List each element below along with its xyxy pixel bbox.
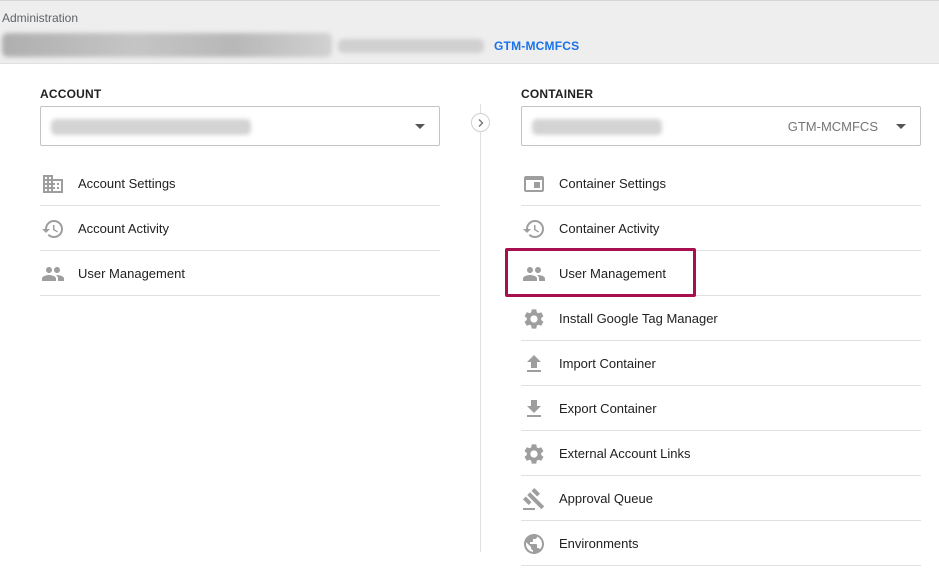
container-select[interactable]: GTM-MCMFCS bbox=[521, 106, 921, 146]
menu-item-label: Approval Queue bbox=[559, 491, 653, 506]
account-column-title: ACCOUNT bbox=[40, 87, 102, 101]
account-menu-item-user-management[interactable]: User Management bbox=[40, 251, 440, 296]
menu-item-label: Environments bbox=[559, 536, 639, 551]
account-menu-item-account-settings[interactable]: Account Settings bbox=[40, 161, 440, 206]
chevron-right-icon bbox=[478, 119, 484, 127]
menu-item-label: External Account Links bbox=[559, 446, 691, 461]
container-select-id: GTM-MCMFCS bbox=[787, 119, 878, 134]
account-select[interactable] bbox=[40, 106, 440, 146]
account-select-value-redacted bbox=[51, 119, 251, 135]
menu-item-label: Container Settings bbox=[559, 176, 666, 191]
menu-item-label: Import Container bbox=[559, 356, 656, 371]
breadcrumb-administration[interactable]: Administration bbox=[2, 11, 78, 25]
account-name-redacted bbox=[2, 33, 332, 57]
menu-item-label: User Management bbox=[78, 266, 185, 281]
gear-icon bbox=[522, 442, 546, 466]
container-menu-item-import-container[interactable]: Import Container bbox=[521, 341, 921, 386]
menu-item-label: Export Container bbox=[559, 401, 657, 416]
gear-icon bbox=[522, 307, 546, 331]
globe-icon bbox=[522, 532, 546, 556]
admin-header: Administration GTM-MCMFCS bbox=[0, 0, 939, 64]
browser-window-icon bbox=[522, 172, 546, 196]
expand-columns-button[interactable] bbox=[471, 113, 490, 132]
user-management-highlight-box bbox=[505, 248, 696, 297]
container-menu-item-approval-queue[interactable]: Approval Queue bbox=[521, 476, 921, 521]
account-domain-redacted bbox=[338, 39, 484, 53]
container-menu: Container Settings Container Activity Us… bbox=[521, 161, 921, 566]
account-menu-item-account-activity[interactable]: Account Activity bbox=[40, 206, 440, 251]
menu-item-label: Account Activity bbox=[78, 221, 170, 236]
gavel-icon bbox=[522, 487, 546, 511]
container-id-link[interactable]: GTM-MCMFCS bbox=[494, 39, 579, 53]
container-select-value-redacted bbox=[532, 119, 662, 135]
container-menu-item-external-account-links[interactable]: External Account Links bbox=[521, 431, 921, 476]
account-select-caret-icon bbox=[415, 124, 425, 129]
download-icon bbox=[522, 397, 546, 421]
building-icon bbox=[41, 172, 65, 196]
account-menu: Account Settings Account Activity User M… bbox=[40, 161, 440, 296]
upload-icon bbox=[522, 352, 546, 376]
container-select-caret-icon bbox=[896, 124, 906, 129]
container-menu-item-container-activity[interactable]: Container Activity bbox=[521, 206, 921, 251]
menu-item-label: Install Google Tag Manager bbox=[559, 311, 718, 326]
container-menu-item-environments[interactable]: Environments bbox=[521, 521, 921, 566]
container-menu-item-container-settings[interactable]: Container Settings bbox=[521, 161, 921, 206]
container-menu-item-export-container[interactable]: Export Container bbox=[521, 386, 921, 431]
history-icon bbox=[522, 217, 546, 241]
people-icon bbox=[41, 262, 65, 286]
history-icon bbox=[41, 217, 65, 241]
container-menu-item-install-google-tag-manager[interactable]: Install Google Tag Manager bbox=[521, 296, 921, 341]
menu-item-label: Container Activity bbox=[559, 221, 660, 236]
menu-item-label: Account Settings bbox=[78, 176, 176, 191]
container-column-title: CONTAINER bbox=[521, 87, 594, 101]
column-divider bbox=[480, 104, 481, 552]
